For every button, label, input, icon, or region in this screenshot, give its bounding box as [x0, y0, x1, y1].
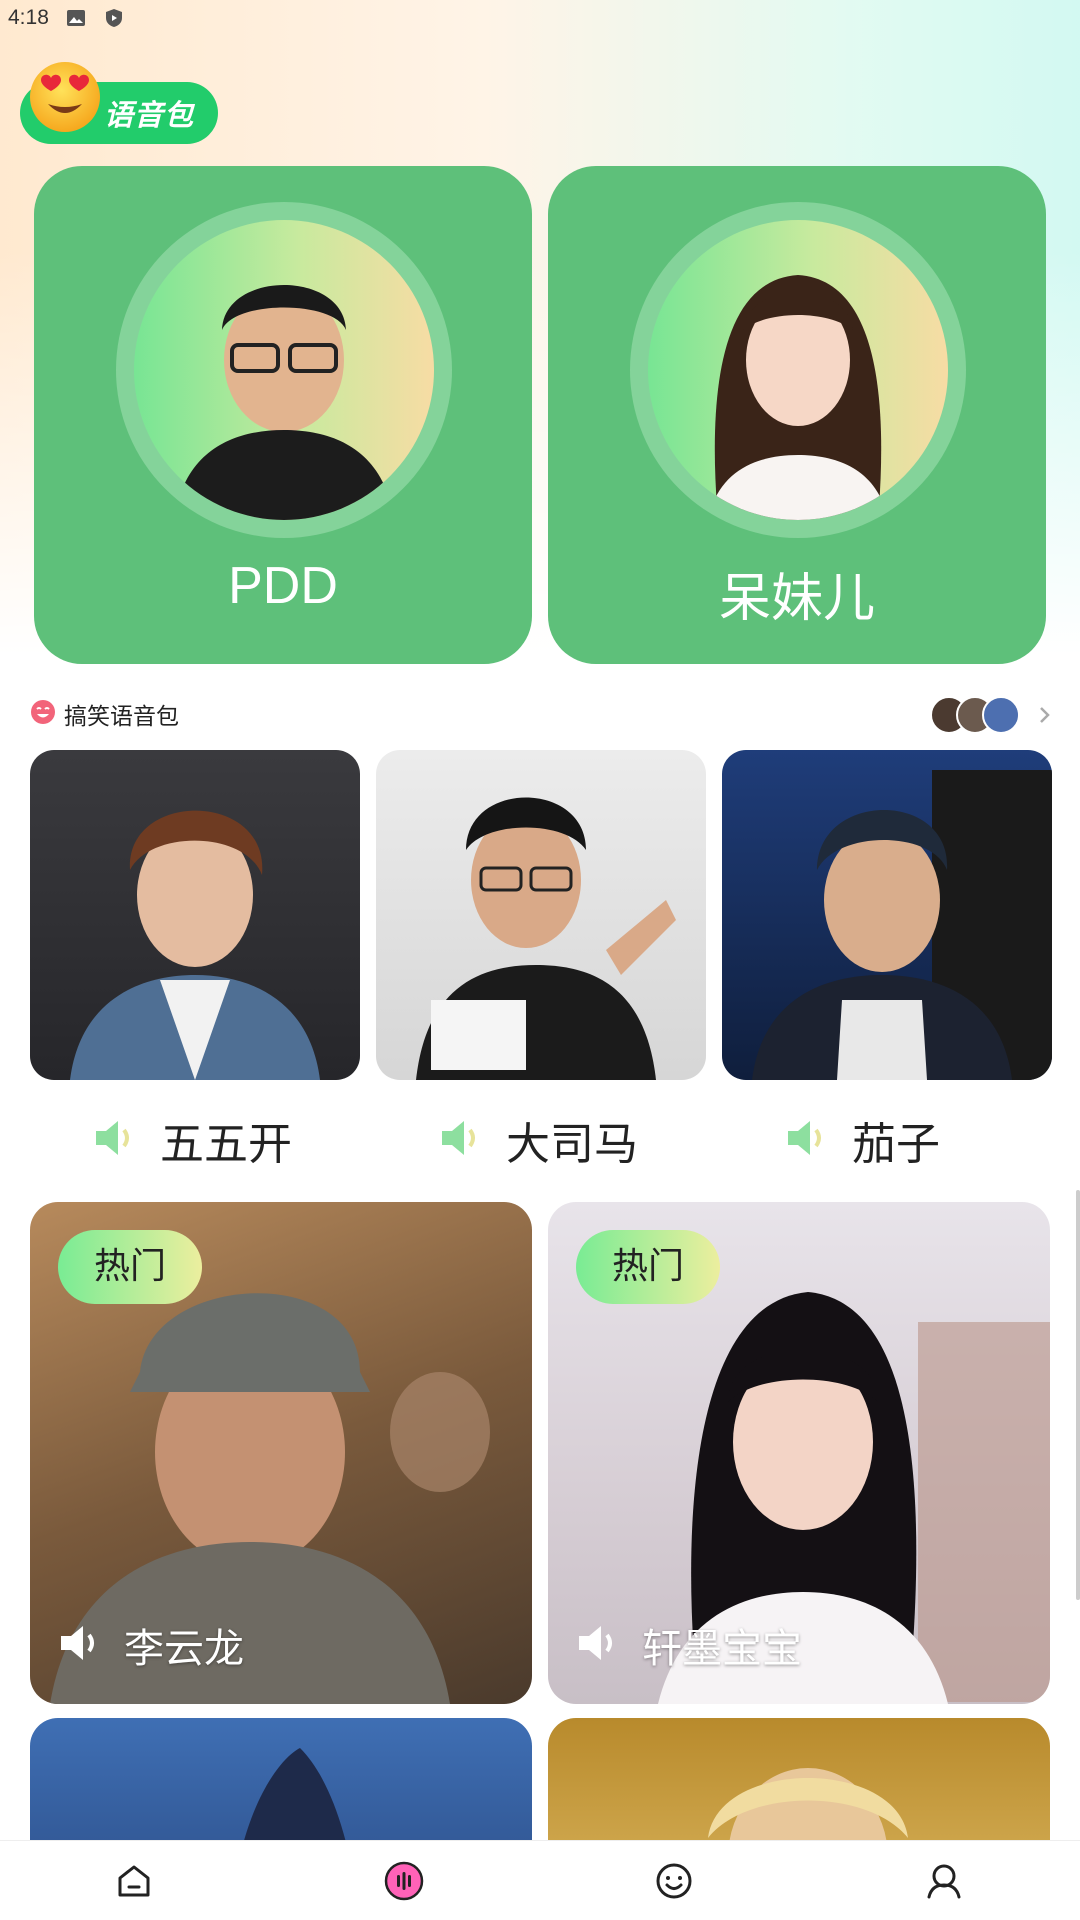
shield-play-icon: [103, 8, 125, 28]
voice-item[interactable]: 茄子: [784, 1110, 940, 1170]
voice-icon[interactable]: [372, 1849, 436, 1913]
home-icon[interactable]: [102, 1849, 166, 1913]
speaker-icon: [784, 1118, 830, 1162]
chevron-right-icon[interactable]: [1034, 700, 1056, 730]
avatar-stack[interactable]: [930, 696, 1022, 734]
hot-voice-name: 轩墨宝宝: [642, 1626, 802, 1672]
voice-name: 五五开: [160, 1119, 292, 1170]
featured-card[interactable]: 呆妹儿: [548, 166, 1046, 664]
featured-name: 呆妹儿: [718, 570, 875, 628]
section-title: 搞笑语音包: [64, 704, 179, 730]
profile-icon[interactable]: [912, 1849, 976, 1913]
status-bar: 4:18: [0, 0, 1080, 36]
speaker-icon: [58, 1623, 102, 1667]
speaker-icon: [576, 1623, 620, 1667]
funny-section-header: 搞笑语音包: [30, 696, 179, 732]
featured-card[interactable]: PDD: [34, 166, 532, 664]
hot-voice-footer: 轩墨宝宝: [576, 1616, 802, 1674]
avatar: [134, 220, 434, 520]
laughing-face-icon: [30, 699, 56, 729]
badge-label: 语音包: [104, 98, 195, 132]
smiley-icon[interactable]: [642, 1849, 706, 1913]
voice-card-image[interactable]: [376, 750, 706, 1080]
voice-card-image[interactable]: [30, 750, 360, 1080]
image-icon: [65, 8, 87, 28]
hot-voice-name: 李云龙: [124, 1626, 244, 1672]
avatar: [982, 696, 1020, 734]
featured-name: PDD: [228, 557, 338, 615]
status-time: 4:18: [8, 6, 49, 29]
hot-voice-card[interactable]: 热门 李云龙: [30, 1202, 532, 1704]
voice-card-image[interactable]: [722, 750, 1052, 1080]
hot-voice-card[interactable]: 热门 轩墨宝宝: [548, 1202, 1050, 1704]
voice-item[interactable]: 大司马: [438, 1110, 638, 1170]
scrollbar[interactable]: [1076, 1190, 1080, 1600]
heart-eyes-emoji-icon: [28, 60, 102, 134]
voice-name: 茄子: [852, 1119, 940, 1170]
speaker-icon: [92, 1118, 138, 1162]
avatar: [648, 220, 948, 520]
voice-item[interactable]: 五五开: [92, 1110, 292, 1170]
speaker-icon: [438, 1118, 484, 1162]
voice-name: 大司马: [506, 1119, 638, 1170]
hot-badge: 热门: [58, 1230, 202, 1304]
bottom-nav: [0, 1840, 1080, 1920]
hot-badge: 热门: [576, 1230, 720, 1304]
hot-voice-footer: 李云龙: [58, 1616, 244, 1674]
